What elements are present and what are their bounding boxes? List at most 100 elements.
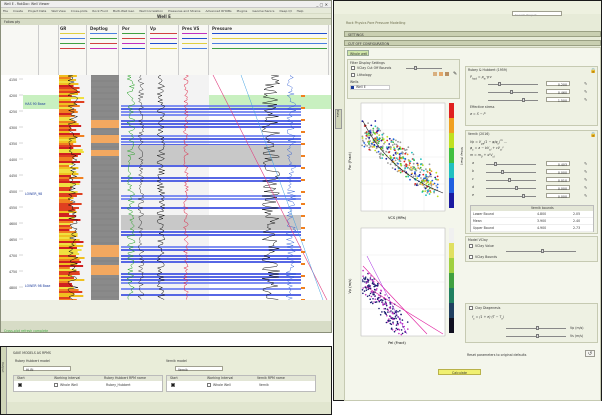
window-controls[interactable]: _ ▢ ✕ bbox=[316, 2, 328, 7]
settings-section[interactable]: SETTINGS bbox=[344, 31, 601, 37]
svg-text:Vp (m/s): Vp (m/s) bbox=[348, 278, 352, 294]
well-e-label: Well E bbox=[356, 85, 366, 89]
vernik-param-row[interactable]: a 0.403 ✎ bbox=[472, 161, 596, 167]
depth-label: Follow pty bbox=[4, 20, 21, 24]
title-bar: Well E - RokDoc: Well Viewer _ ▢ ✕ bbox=[1, 1, 331, 8]
menu-item-0[interactable]: File bbox=[3, 9, 8, 13]
track-header-2[interactable]: Por bbox=[121, 25, 147, 75]
vernik-interval: Whole Well bbox=[213, 383, 231, 387]
track-header-4[interactable]: Pres VS bbox=[181, 25, 209, 75]
svg-text:Pel (Fract): Pel (Fract) bbox=[388, 341, 406, 345]
track-headers: GR Deptlog Por Vp Pres VS Pressure bbox=[1, 25, 331, 75]
filter-settings: Filter Display Settings VClay Cut Off Bo… bbox=[347, 59, 460, 99]
clay-diag-checkbox[interactable] bbox=[469, 306, 473, 310]
crossplot-vp-pel[interactable]: Pel (Fract) Vp (m/s) bbox=[347, 226, 465, 348]
rock-physics-panel: Search Project Rock Physics Pore Pressur… bbox=[333, 0, 602, 401]
track-header-0[interactable]: GR bbox=[59, 25, 87, 75]
well-viewer-window: Well E - RokDoc: Well Viewer _ ▢ ✕ File C… bbox=[0, 0, 332, 333]
zone-label: HAS 90 Base bbox=[25, 102, 45, 106]
lock-icon[interactable]: 🔒 bbox=[590, 68, 596, 74]
calculate-button[interactable]: Calculate bbox=[438, 369, 481, 375]
vernik-start-check[interactable] bbox=[171, 383, 175, 387]
lock-icon-2[interactable]: 🔒 bbox=[590, 132, 596, 138]
menu-item-3[interactable]: Well View bbox=[51, 9, 65, 13]
rubey-rpm-name: Rubey_Hubbert bbox=[106, 383, 131, 387]
well-name: Well E bbox=[157, 14, 171, 19]
menu-bar: File Create Project Data Well View Cross-plo… bbox=[1, 8, 331, 13]
menu-item-11[interactable]: Geomechanics bbox=[252, 9, 274, 13]
rubey-param-row[interactable]: 0.200 ✎ bbox=[476, 81, 596, 87]
rubey-title: Rubey & Hubbert (1959) bbox=[468, 68, 508, 72]
zone-label: LOWER 98 Base bbox=[25, 284, 50, 288]
lith-swatch-3[interactable] bbox=[445, 72, 449, 76]
lithology-label: Lithology bbox=[357, 73, 372, 77]
menu-item-9[interactable]: Advanced RHOBs bbox=[205, 9, 231, 13]
well-e-checkbox[interactable] bbox=[351, 86, 354, 89]
reset-label: Reset parameters to original defaults bbox=[467, 353, 527, 357]
side-tab[interactable]: Data bbox=[335, 109, 342, 129]
bounds-row: Upper Bound 4.900 2.73 bbox=[471, 226, 593, 232]
rubey-param-row[interactable]: 0.460 ✎ bbox=[476, 89, 596, 95]
vclay-value-checkbox[interactable] bbox=[469, 244, 473, 248]
menu-item-13[interactable]: Help bbox=[297, 9, 304, 13]
lith-swatch-1[interactable] bbox=[433, 72, 437, 76]
bottom-filler bbox=[7, 402, 331, 414]
menu-item-7[interactable]: Well Correlation bbox=[139, 9, 163, 13]
rubey-param-row[interactable]: 1.500 ✎ bbox=[476, 97, 596, 103]
status-text: Cross-plot refresh complete bbox=[4, 329, 49, 333]
tab-whole-well[interactable]: Whole well bbox=[347, 50, 369, 56]
depth-tick: 4300 bbox=[9, 126, 17, 130]
log-tracks[interactable]: 4150 4200 4250 4300 4350 4400 4450 4500 4550 4600… bbox=[1, 75, 331, 300]
depth-tick: 4200 bbox=[9, 94, 17, 98]
vclay-bounds-checkbox[interactable] bbox=[469, 255, 473, 259]
vernik-param-row[interactable]: c 0.010 ✎ bbox=[472, 177, 596, 183]
vclay-label: VClay Cut Off Bounds bbox=[357, 66, 392, 70]
rubey-interval-check[interactable] bbox=[54, 383, 58, 387]
vclay-value-slider[interactable] bbox=[506, 249, 576, 253]
vernik-param-row[interactable]: d 0.000 ✎ bbox=[472, 185, 596, 191]
menu-item-8[interactable]: Pressures and Strains bbox=[168, 9, 200, 13]
vernik-title: Vernik (2016) bbox=[468, 132, 490, 136]
edit-icon[interactable]: ✎ bbox=[453, 71, 457, 77]
zone-label: LOWER_98 bbox=[25, 192, 42, 196]
menu-item-10[interactable]: Plugins bbox=[237, 9, 248, 13]
vernik-interval-check[interactable] bbox=[207, 383, 211, 387]
reset-button[interactable]: ↺ bbox=[585, 350, 595, 357]
menu-item-6[interactable]: Multi-Well Geo bbox=[113, 9, 135, 13]
track-title: GR bbox=[60, 26, 67, 31]
vernik-model-select[interactable]: Vernik bbox=[175, 366, 223, 372]
vclay-slider[interactable] bbox=[406, 66, 442, 70]
menu-item-1[interactable]: Create bbox=[13, 9, 23, 13]
cutoff-section[interactable]: CUT OFF CONFIGURATION bbox=[344, 40, 601, 46]
rubey-interval: Whole Well bbox=[60, 383, 78, 387]
vernik-rpm-name: Vernik bbox=[259, 383, 269, 387]
rubey-model-select[interactable]: Hi-Bi bbox=[23, 366, 71, 372]
vernik-param-row[interactable]: b 0.000 ✎ bbox=[472, 169, 596, 175]
track-title: Vp bbox=[150, 26, 156, 31]
rubey-start-check[interactable] bbox=[18, 383, 22, 387]
track-header-5[interactable]: Pressure bbox=[211, 25, 329, 75]
save-models-panel: Output SAVE MODELS AS RPMS Rubey Hubbert… bbox=[0, 346, 332, 415]
well-header: Well E Follow pty bbox=[1, 14, 331, 25]
log-footer bbox=[1, 300, 331, 321]
depth-tick: 4650 bbox=[9, 238, 17, 242]
menu-item-5[interactable]: Rock Fluid bbox=[92, 9, 107, 13]
lith-swatch-2[interactable] bbox=[439, 72, 443, 76]
rubey-panel: Rubey & Hubbert (1959) 🔒 Phyd = ρw·g·z 0… bbox=[465, 66, 598, 126]
menu-item-4[interactable]: Cross-plots bbox=[71, 9, 88, 13]
track-header-3[interactable]: Vp bbox=[149, 25, 179, 75]
panel-title: Rock Physics Pore Pressure Modelling bbox=[346, 21, 406, 25]
vernik-param-row[interactable]: e 0.000 ✎ bbox=[472, 193, 596, 199]
vernik-model-label: Vernik model bbox=[166, 359, 187, 363]
svg-text:VCS (MPa): VCS (MPa) bbox=[388, 216, 407, 220]
lithology-checkbox[interactable] bbox=[351, 73, 355, 77]
rubey-table: Start Working Interval Rubey Hubbert RPM… bbox=[13, 375, 163, 392]
menu-item-2[interactable]: Project Data bbox=[28, 9, 46, 13]
depth-tick: 4150 bbox=[9, 78, 17, 82]
search-input[interactable]: Search Project bbox=[512, 11, 562, 17]
track-header-1[interactable]: Deptlog bbox=[89, 25, 119, 75]
vclay-checkbox[interactable] bbox=[351, 66, 355, 70]
menu-item-12[interactable]: Deep QI bbox=[279, 9, 291, 13]
crossplot-por-vcs[interactable]: VCS (MPa) Por (Fract) VClay (frac) bbox=[347, 101, 465, 223]
depth-tick: 4400 bbox=[9, 158, 17, 162]
